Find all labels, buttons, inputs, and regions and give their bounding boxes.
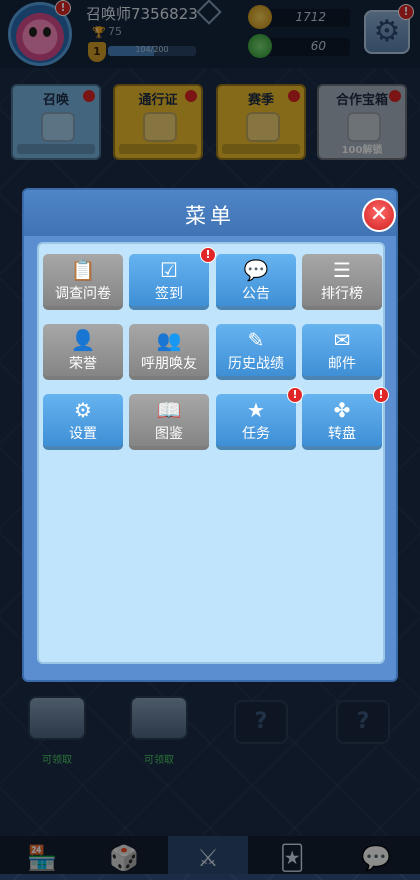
user-star-icon: 👤 xyxy=(70,328,96,352)
menu-item[interactable]: 👤 荣誉 xyxy=(43,324,123,380)
edit-icon: ✎ xyxy=(247,328,265,352)
menu-item-label: 排行榜 xyxy=(321,286,363,302)
menu-item-label: 图鉴 xyxy=(155,426,183,442)
menu-grid: 📋 调查问卷 ☑ 签到! 💬 公告 ☰ 排行榜 👤 荣誉 👥 呼朋唤友 ✎ 历史战绩 ✉ 邮件 ⚙ 设置 📖 图鉴 ★ 任… xyxy=(37,242,389,664)
menu-item[interactable]: ☰ 排行榜 xyxy=(302,254,382,310)
close-icon: ✕ xyxy=(369,202,389,227)
menu-item-label: 历史战绩 xyxy=(228,356,284,372)
menu-item[interactable]: ⚙ 设置 xyxy=(43,394,123,450)
star-icon: ★ xyxy=(247,398,265,422)
menu-item[interactable]: ✉ 邮件 xyxy=(302,324,382,380)
menu-item-badge: ! xyxy=(287,387,303,403)
menu-item[interactable]: ☑ 签到! xyxy=(129,247,216,310)
checkbox-icon: ☑ xyxy=(160,258,178,282)
add-friend-icon: 👥 xyxy=(156,328,182,352)
menu-item-label: 邮件 xyxy=(328,356,356,372)
menu-item[interactable]: 💬 公告 xyxy=(216,254,296,310)
menu-item-label: 转盘 xyxy=(328,426,356,442)
menu-item[interactable]: 👥 呼朋唤友 xyxy=(129,324,209,380)
book-icon: 📖 xyxy=(156,398,182,422)
menu-item[interactable]: 📋 调查问卷 xyxy=(43,254,123,310)
menu-item-label: 公告 xyxy=(242,286,270,302)
menu-item[interactable]: 📖 图鉴 xyxy=(129,394,209,450)
menu-dialog-header: 菜单 xyxy=(24,190,396,236)
menu-item-label: 荣誉 xyxy=(69,356,97,372)
menu-item-badge: ! xyxy=(373,387,389,403)
menu-dialog: 菜单 ✕ 📋 调查问卷 ☑ 签到! 💬 公告 ☰ 排行榜 👤 荣誉 👥 呼朋唤友 ✎ 历史战绩 ✉ 邮件 ⚙ 设置… xyxy=(22,188,398,682)
gear-icon: ⚙ xyxy=(74,398,92,422)
menu-item-label: 任务 xyxy=(242,426,270,442)
menu-item[interactable]: ✎ 历史战绩 xyxy=(216,324,296,380)
mail-icon: ✉ xyxy=(333,328,351,352)
list-icon: ☰ xyxy=(333,258,351,282)
close-button[interactable]: ✕ xyxy=(362,198,396,232)
menu-item[interactable]: ✤ 转盘! xyxy=(302,387,389,450)
menu-item-badge: ! xyxy=(200,247,216,263)
menu-title: 菜单 xyxy=(185,204,235,228)
menu-item[interactable]: ★ 任务! xyxy=(216,387,303,450)
menu-item-label: 呼朋唤友 xyxy=(141,356,197,372)
menu-item-label: 设置 xyxy=(69,426,97,442)
menu-item-label: 签到 xyxy=(155,286,183,302)
wheel-icon: ✤ xyxy=(333,398,351,422)
menu-item-label: 调查问卷 xyxy=(55,286,111,302)
speech-bubble-icon: 💬 xyxy=(243,258,269,282)
clipboard-icon: 📋 xyxy=(70,258,96,282)
